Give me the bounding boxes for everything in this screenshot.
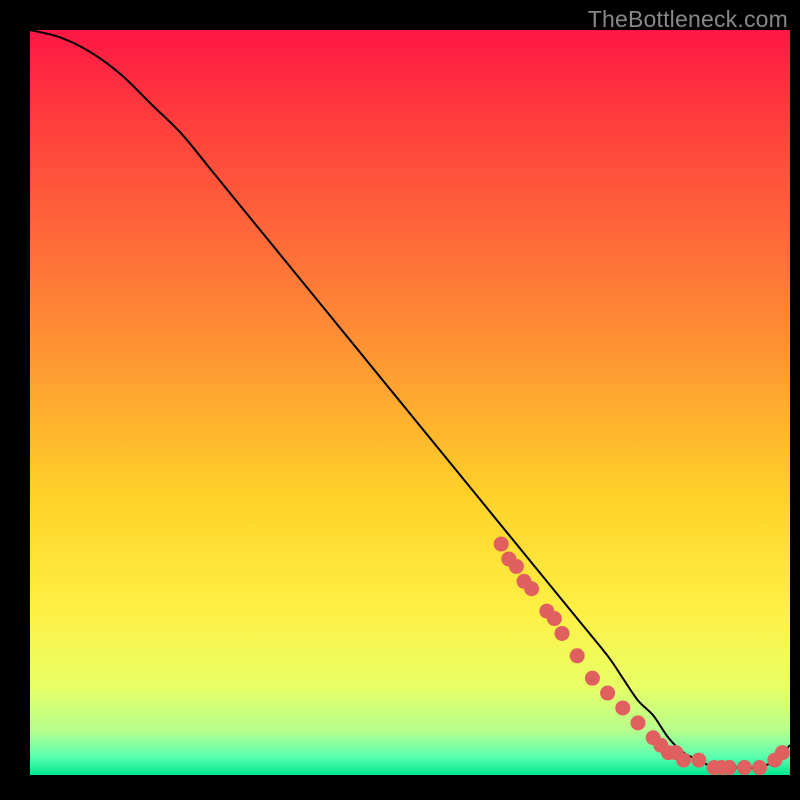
marker-dot (722, 760, 737, 775)
marker-dot (676, 753, 691, 768)
marker-dot (555, 626, 570, 641)
marker-dot (570, 648, 585, 663)
chart-container: TheBottleneck.com (0, 0, 800, 800)
marker-dot (615, 700, 630, 715)
chart-background (30, 30, 790, 775)
marker-dot (600, 686, 615, 701)
marker-dot (691, 753, 706, 768)
marker-dot (775, 745, 790, 760)
marker-dot (752, 760, 767, 775)
marker-dot (524, 581, 539, 596)
marker-dot (585, 671, 600, 686)
marker-dot (494, 537, 509, 552)
marker-dot (509, 559, 524, 574)
watermark-text: TheBottleneck.com (588, 6, 788, 33)
bottleneck-chart (0, 0, 800, 800)
marker-dot (631, 715, 646, 730)
marker-dot (547, 611, 562, 626)
marker-dot (737, 760, 752, 775)
